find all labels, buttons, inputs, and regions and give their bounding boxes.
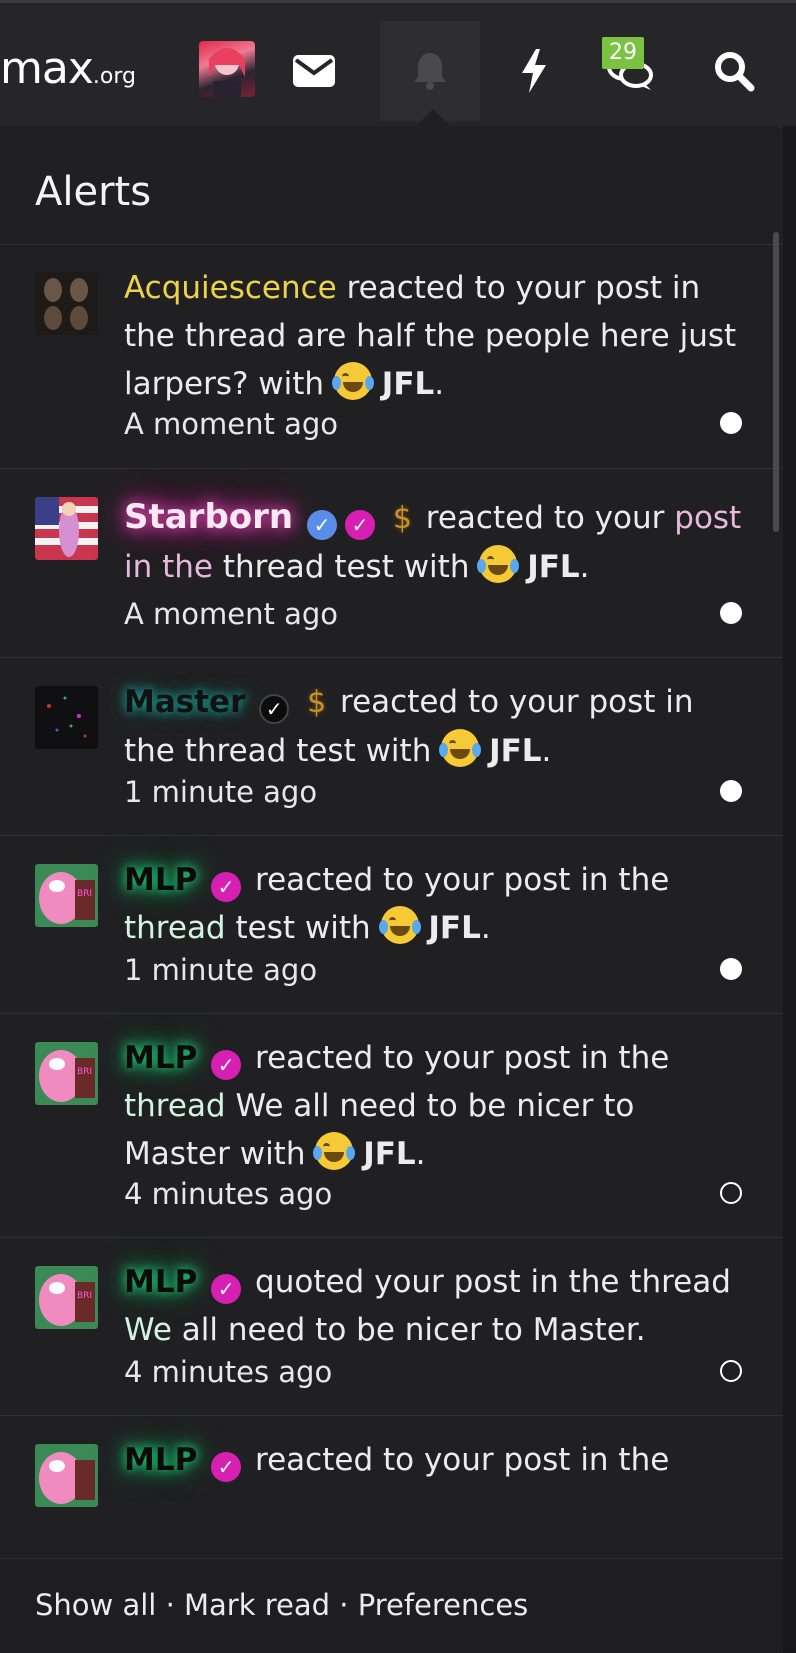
alert-time: 4 minutes ago <box>124 1355 333 1389</box>
footer-separator: · <box>156 1588 185 1622</box>
preferences-link[interactable]: Preferences <box>358 1588 529 1622</box>
inbox-button[interactable] <box>264 21 364 121</box>
alert-text: MLP ✓ reacted to your post in the thread… <box>124 1040 670 1172</box>
avatar[interactable]: BRI <box>35 1042 98 1105</box>
top-navigation-bar: max.org 29 <box>0 0 796 130</box>
alert-text: MLP ✓ reacted to your post in the thread… <box>124 862 670 946</box>
avatar[interactable] <box>35 686 98 749</box>
dollar-icon: $ <box>307 685 327 720</box>
avatar[interactable] <box>35 497 98 560</box>
avatar[interactable] <box>35 272 98 335</box>
dollar-icon: $ <box>392 501 412 536</box>
alerts-panel-footer: Show all · Mark read · Preferences <box>0 1558 783 1653</box>
conversations-count-badge: 29 <box>602 37 644 69</box>
bolt-icon <box>522 49 546 93</box>
alert-item[interactable]: BRI MLP ✓ quoted your post in the thread… <box>0 1238 783 1416</box>
whats-new-button[interactable] <box>484 21 584 121</box>
alert-action-text: reacted to your post in the <box>245 862 670 898</box>
bell-icon <box>414 53 446 90</box>
alert-item[interactable]: BRI MLP ✓ reacted to your post in the th… <box>0 1014 783 1238</box>
reaction-name: JFL <box>381 366 435 402</box>
username-link[interactable]: Starborn <box>124 497 293 537</box>
crying-laughing-emoji-icon <box>313 1132 356 1170</box>
alert-item[interactable]: Master ✓ $ reacted to your post in the t… <box>0 658 783 836</box>
avatar[interactable]: BRI <box>35 864 98 927</box>
alert-time: A moment ago <box>124 597 339 631</box>
alert-text: Acquiescence reacted to your post in the… <box>124 270 737 402</box>
search-icon <box>715 52 755 92</box>
read-indicator[interactable] <box>720 1360 742 1382</box>
reaction-name: JFL <box>363 1136 416 1172</box>
thread-link[interactable]: test with <box>226 910 381 946</box>
reaction-name: JFL <box>527 549 580 585</box>
alert-text: MLP ✓ reacted to your post in the <box>124 1436 744 1484</box>
search-button[interactable] <box>684 21 784 121</box>
thread-link[interactable]: thread <box>124 910 226 946</box>
alerts-dropdown-panel: Alerts Acquiescence reacted to your post… <box>0 126 783 1652</box>
crying-laughing-emoji-icon <box>331 362 374 400</box>
conversations-button[interactable] <box>580 21 680 121</box>
thread-link[interactable]: We <box>124 1312 172 1348</box>
alert-time: 1 minute ago <box>124 775 318 809</box>
read-indicator[interactable] <box>720 1182 742 1204</box>
unread-indicator[interactable] <box>720 780 742 802</box>
mail-icon <box>293 55 335 87</box>
username-link[interactable]: Acquiescence <box>124 270 337 306</box>
username-link[interactable]: MLP <box>124 862 197 898</box>
alert-action-text: quoted your post in the thread <box>245 1264 731 1300</box>
username-link[interactable]: MLP <box>124 1442 197 1478</box>
panel-title: Alerts <box>35 169 152 215</box>
verified-badge-icon: ✓ <box>211 872 242 902</box>
alerts-button[interactable] <box>380 21 480 121</box>
thread-link[interactable]: thread <box>124 1088 226 1124</box>
avatar[interactable] <box>35 1444 98 1507</box>
user-avatar[interactable] <box>199 41 255 97</box>
unread-indicator[interactable] <box>720 602 742 624</box>
alert-text: Starborn ✓ ✓ $ reacted to your post in th… <box>124 497 742 585</box>
page-background-strip <box>783 126 796 1652</box>
alert-item[interactable]: Acquiescence reacted to your post in the… <box>0 244 783 469</box>
unread-indicator[interactable] <box>720 958 742 980</box>
thread-link[interactable]: thread test with <box>213 549 479 585</box>
svg-text:BRI: BRI <box>77 1291 92 1301</box>
site-logo[interactable]: max.org <box>0 43 136 103</box>
mark-read-link[interactable]: Mark read <box>184 1588 330 1622</box>
crying-laughing-emoji-icon <box>477 545 520 583</box>
show-all-link[interactable]: Show all <box>35 1588 156 1622</box>
alert-text: MLP ✓ quoted your post in the thread We … <box>124 1258 744 1354</box>
alert-time: 1 minute ago <box>124 953 318 987</box>
crying-laughing-emoji-icon <box>378 906 421 944</box>
verified-badge-icon: ✓ <box>306 510 337 540</box>
alerts-panel-header: Alerts <box>0 126 783 245</box>
verified-badge-icon: ✓ <box>344 510 375 540</box>
alert-item[interactable]: BRI MLP ✓ reacted to your post in the th… <box>0 836 783 1014</box>
crying-laughing-emoji-icon <box>439 729 482 767</box>
scrollbar-thumb[interactable] <box>773 232 779 532</box>
alert-action-text: reacted to your <box>415 500 675 536</box>
reaction-name: JFL <box>489 733 542 769</box>
verified-badge-icon: ✓ <box>259 694 290 724</box>
username-link[interactable]: Master <box>124 684 245 720</box>
footer-separator: · <box>330 1588 358 1622</box>
alert-item[interactable]: Starborn ✓ ✓ $ reacted to your post in th… <box>0 469 783 658</box>
svg-text:BRI: BRI <box>77 889 92 899</box>
alert-action-text: reacted to your post in the <box>245 1040 670 1076</box>
alert-text: Master ✓ $ reacted to your post in the t… <box>124 678 744 775</box>
verified-badge-icon: ✓ <box>211 1274 242 1304</box>
verified-badge-icon: ✓ <box>211 1050 242 1080</box>
username-link[interactable]: MLP <box>124 1264 197 1300</box>
thread-link[interactable]: all need to be nicer to Master. <box>172 1312 646 1348</box>
alert-action-text: reacted to your post in the <box>245 1442 670 1478</box>
alert-item[interactable]: MLP ✓ reacted to your post in the <box>0 1416 783 1558</box>
alert-time: A moment ago <box>124 407 339 441</box>
alert-time: 4 minutes ago <box>124 1177 333 1211</box>
avatar[interactable]: BRI <box>35 1266 98 1329</box>
verified-badge-icon: ✓ <box>211 1452 242 1482</box>
unread-indicator[interactable] <box>720 412 742 434</box>
username-link[interactable]: MLP <box>124 1040 197 1076</box>
reaction-name: JFL <box>428 910 481 946</box>
svg-text:BRI: BRI <box>77 1067 92 1077</box>
